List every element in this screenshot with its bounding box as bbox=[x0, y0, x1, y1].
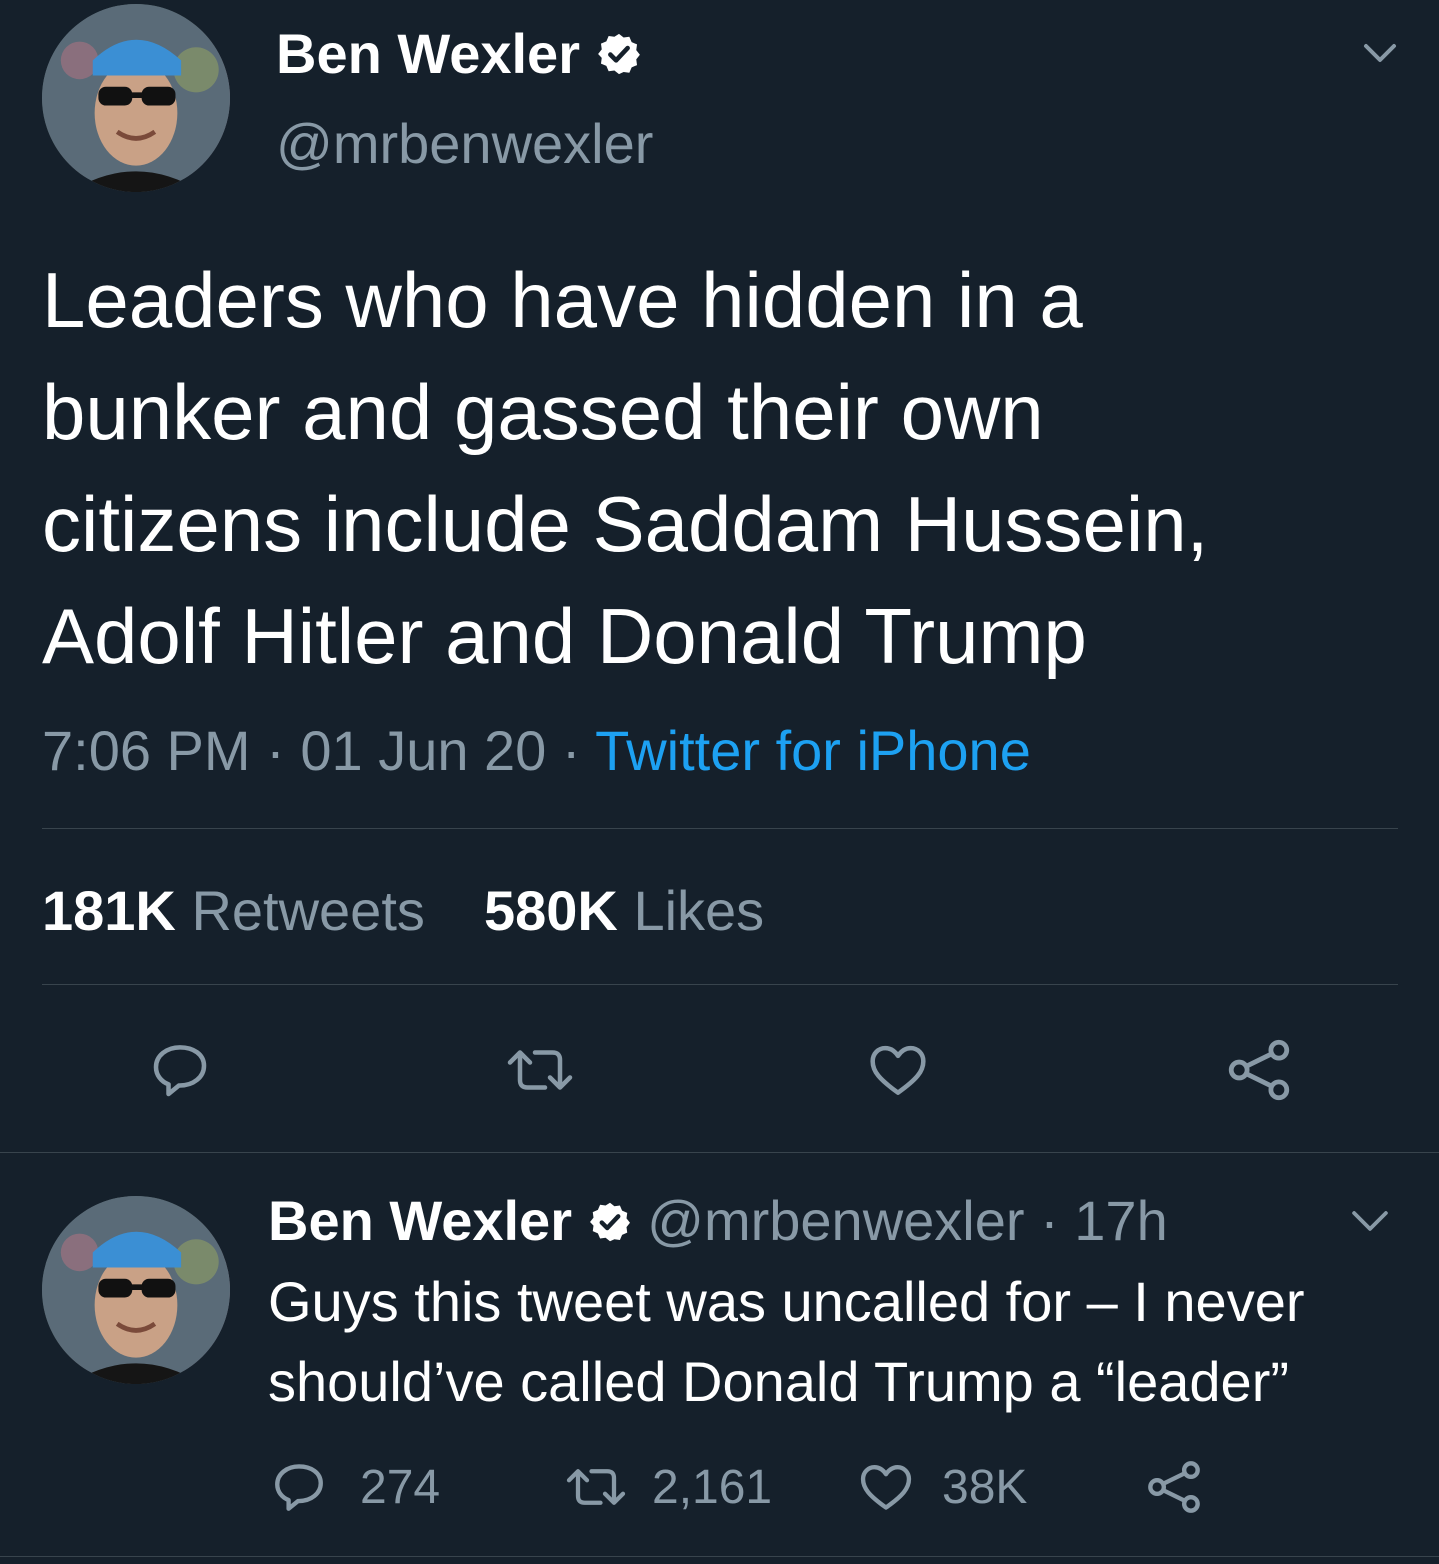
retweets-stat[interactable]: 181K Retweets bbox=[42, 879, 440, 942]
share-icon[interactable] bbox=[1144, 1458, 1204, 1516]
author-name[interactable]: Ben Wexler bbox=[276, 22, 642, 90]
reply-text: Guys this tweet was uncalled for – I nev… bbox=[268, 1262, 1305, 1422]
divider bbox=[0, 1152, 1439, 1153]
like-icon[interactable] bbox=[864, 1038, 932, 1102]
reply-text-line: should’ve called Donald Trump a “leader” bbox=[268, 1350, 1289, 1413]
share-icon[interactable] bbox=[1224, 1036, 1294, 1104]
tweet-meta: 7:06 PM · 01 Jun 20 · Twitter for iPhone bbox=[42, 716, 1031, 786]
tweet-text-line: bunker and gassed their own bbox=[42, 368, 1044, 456]
reply-text-line: Guys this tweet was uncalled for – I nev… bbox=[268, 1270, 1305, 1333]
tweet-date[interactable]: 01 Jun 20 bbox=[300, 719, 546, 782]
like-icon[interactable] bbox=[856, 1458, 916, 1516]
reply-count: 274 bbox=[360, 1461, 441, 1514]
retweets-count: 181K bbox=[42, 879, 176, 942]
author-avatar[interactable] bbox=[42, 4, 230, 192]
tweet-stats: 181K Retweets 580K Likes bbox=[42, 876, 764, 946]
reply-actions: 274 2,161 38K bbox=[270, 1452, 1270, 1522]
likes-count: 580K bbox=[484, 879, 618, 942]
retweet-icon[interactable] bbox=[560, 1460, 632, 1514]
tweet-text: Leaders who have hidden in a bunker and … bbox=[42, 244, 1208, 692]
chevron-down-icon[interactable] bbox=[1346, 1204, 1394, 1238]
tweet-time[interactable]: 7:06 PM bbox=[42, 719, 251, 782]
like-count: 38K bbox=[942, 1461, 1028, 1514]
tweet-source-link[interactable]: Twitter for iPhone bbox=[595, 719, 1031, 782]
reply-icon[interactable] bbox=[148, 1038, 212, 1102]
verified-icon bbox=[596, 26, 642, 90]
divider bbox=[0, 1556, 1439, 1557]
author-handle[interactable]: @mrbenwexler bbox=[276, 112, 653, 176]
retweets-label: Retweets bbox=[191, 879, 425, 942]
meta-separator: · bbox=[266, 719, 285, 782]
reply-author-handle[interactable]: @mrbenwexler bbox=[647, 1189, 1024, 1252]
tweet-text-line: citizens include Saddam Hussein, bbox=[42, 480, 1209, 568]
meta-separator: · bbox=[561, 719, 581, 782]
chevron-down-icon[interactable] bbox=[1360, 38, 1400, 68]
reply-age[interactable]: · 17h bbox=[1040, 1189, 1168, 1252]
retweet-count: 2,161 bbox=[652, 1461, 773, 1514]
tweet-text-line: Leaders who have hidden in a bbox=[42, 256, 1083, 344]
divider bbox=[42, 984, 1398, 985]
likes-stat[interactable]: 580K Likes bbox=[484, 879, 764, 942]
verified-icon bbox=[588, 1192, 632, 1258]
reply-author-avatar[interactable] bbox=[42, 1196, 230, 1384]
divider bbox=[42, 828, 1398, 829]
retweet-icon[interactable] bbox=[500, 1040, 580, 1100]
reply-icon[interactable] bbox=[270, 1458, 328, 1516]
author-name-text: Ben Wexler bbox=[276, 22, 580, 85]
likes-label: Likes bbox=[633, 879, 765, 942]
tweet-text-line: Adolf Hitler and Donald Trump bbox=[42, 592, 1087, 680]
reply-author-name[interactable]: Ben Wexler bbox=[268, 1189, 572, 1252]
reply-header: Ben Wexler @mrbenwexler · 17h bbox=[268, 1188, 1168, 1258]
